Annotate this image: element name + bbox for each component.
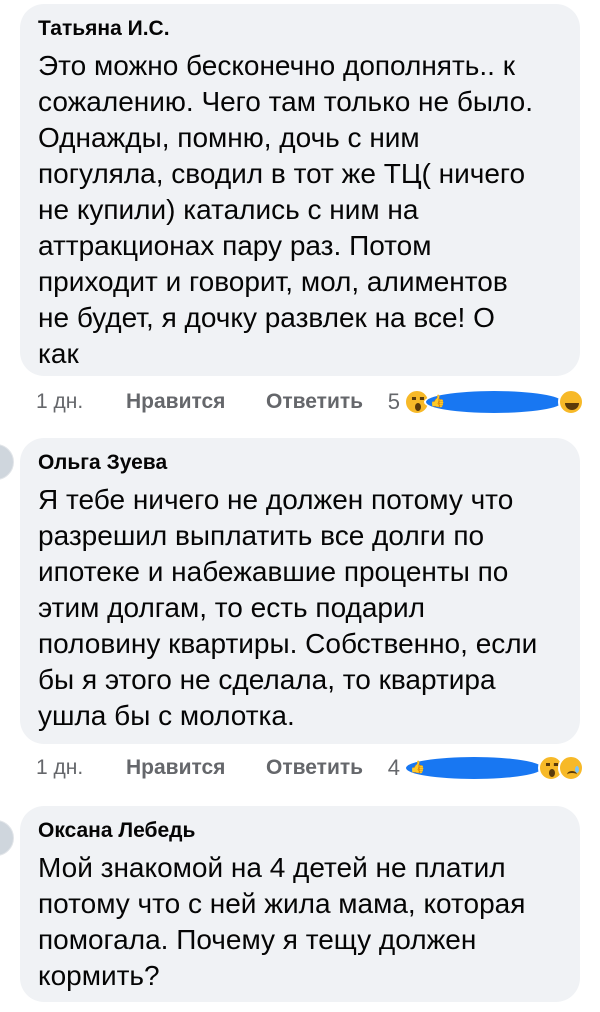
like-icon [404,755,544,781]
reaction-count: 5 [387,389,400,414]
like-button[interactable]: Нравится [126,390,266,414]
reaction-count: 4 [387,755,400,780]
reactions-summary[interactable]: 4 [388,755,584,781]
comment-actions: 1 дн. Нравится Ответить 4 [36,750,584,786]
comment-timestamp[interactable]: 1 дн. [36,756,126,780]
comment-author[interactable]: Татьяна И.С. [38,16,562,42]
like-icon [424,389,564,415]
comment-author[interactable]: Оксана Лебедь [38,818,562,844]
avatar[interactable] [0,444,14,480]
comment-text: Это можно бесконечно дополнять.. к сожал… [38,50,534,369]
reply-button[interactable]: Ответить [266,390,386,414]
comment-bubble: Ольга Зуева Я тебе ничего не должен пото… [20,438,580,744]
comment-text: Мой знакомой на 4 детей не платил потому… [38,852,526,991]
comment-bubble: Татьяна И.С. Это можно бесконечно дополн… [20,4,580,376]
comment-actions: 1 дн. Нравится Ответить 5 [36,384,584,420]
comment-bubble: Оксана Лебедь Мой знакомой на 4 детей не… [20,806,580,1002]
comment-text: Я тебе ничего не должен потому что разре… [38,484,538,731]
like-button[interactable]: Нравится [126,756,266,780]
comment-author[interactable]: Ольга Зуева [38,450,562,476]
reply-button[interactable]: Ответить [266,756,386,780]
sad-icon [558,755,584,781]
haha-icon [558,389,584,415]
reactions-summary[interactable]: 5 [388,389,584,415]
avatar[interactable] [0,820,14,856]
comment-timestamp[interactable]: 1 дн. [36,390,126,414]
